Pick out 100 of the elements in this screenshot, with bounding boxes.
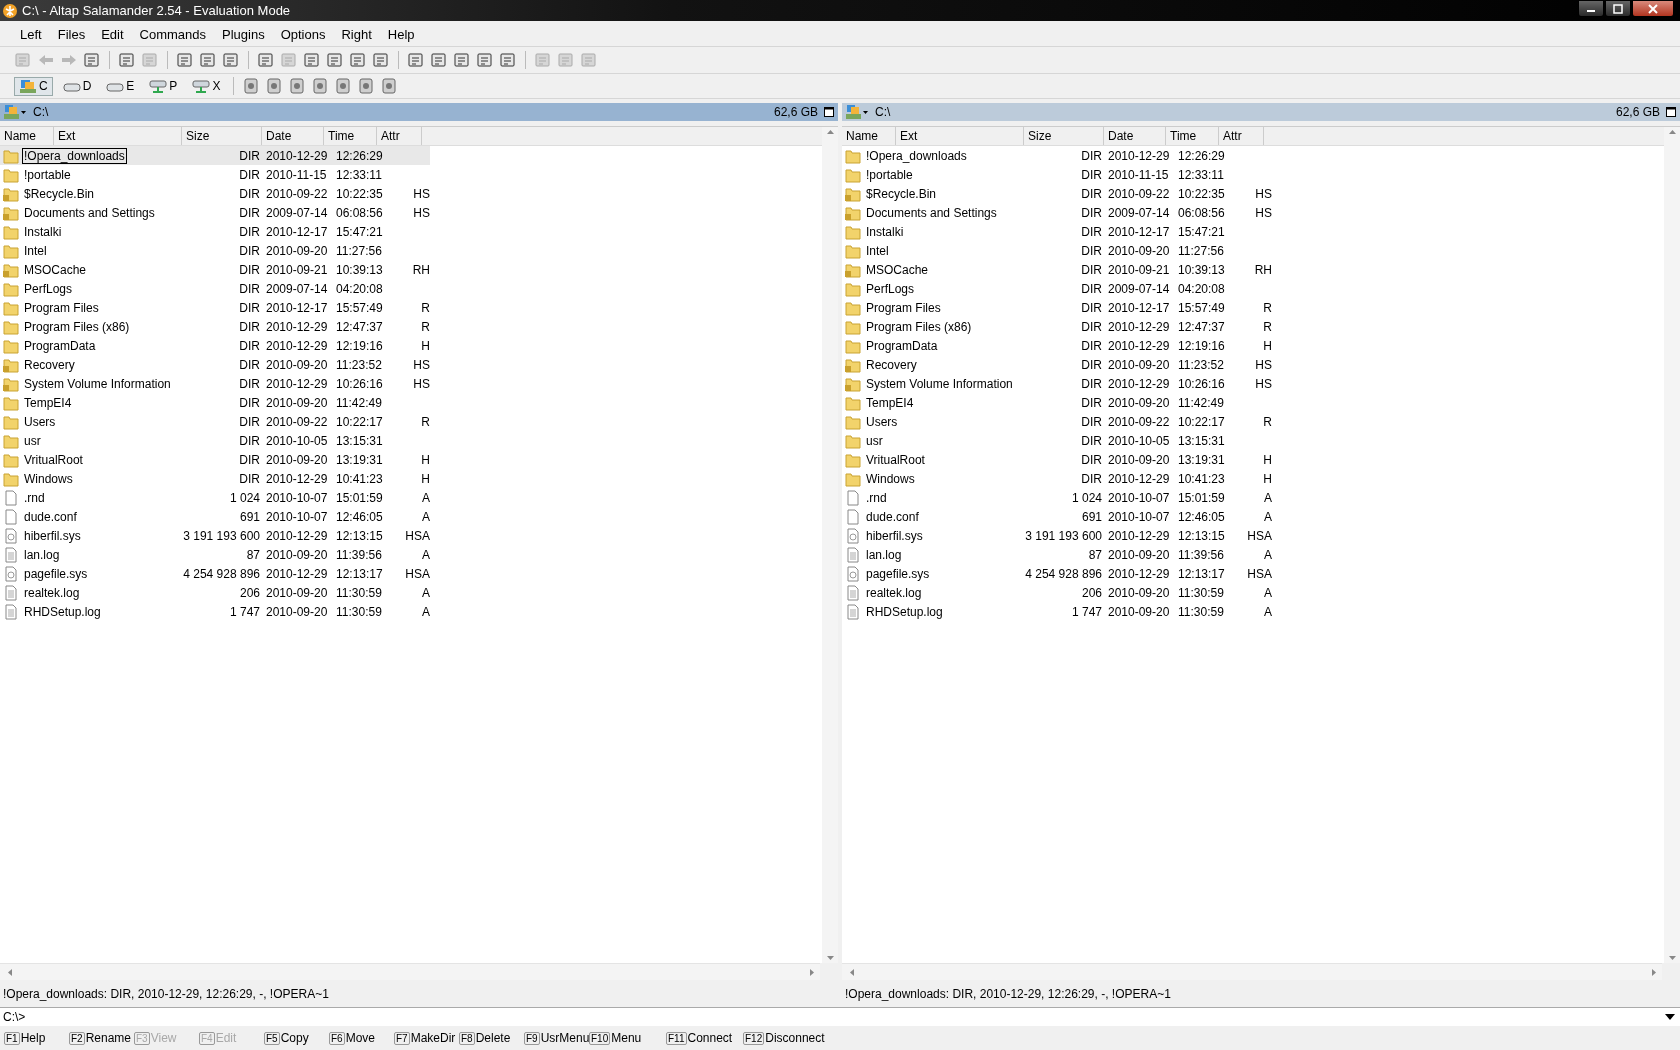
menu-item[interactable]: Help (379, 26, 423, 42)
scroll-right-icon[interactable] (1652, 968, 1656, 976)
column-header[interactable]: Attr (377, 127, 422, 145)
file-name[interactable]: Documents and Settings (22, 204, 157, 221)
file-name[interactable]: Program Files (x86) (864, 318, 974, 335)
drive-button[interactable]: E (101, 76, 140, 96)
file-name[interactable]: !portable (22, 166, 73, 183)
file-name[interactable]: PerfLogs (864, 280, 917, 297)
horizontal-scrollbar[interactable] (0, 963, 820, 980)
function-button[interactable]: MakeDir (410, 1031, 456, 1045)
menu-item[interactable]: Right (333, 26, 380, 42)
menu-item[interactable]: Left (12, 26, 50, 42)
file-name[interactable]: $Recycle.Bin (864, 185, 939, 202)
file-name[interactable]: Windows (864, 470, 917, 487)
file-name[interactable]: .rnd (864, 489, 889, 506)
drive-button[interactable]: C (14, 76, 53, 96)
close-button[interactable] (1632, 0, 1674, 17)
minimize-button[interactable] (1578, 0, 1604, 17)
column-header[interactable]: Ext (54, 127, 182, 145)
file-name[interactable]: Recovery (22, 356, 77, 373)
column-header[interactable]: Attr (1219, 127, 1264, 145)
column-header[interactable]: Size (182, 127, 262, 145)
file-name[interactable]: Recovery (864, 356, 919, 373)
file-name[interactable]: TempEI4 (22, 394, 74, 411)
file-name[interactable]: Users (864, 413, 900, 430)
maximize-button[interactable] (1605, 0, 1631, 17)
function-button[interactable]: Delete (475, 1031, 511, 1045)
file-name[interactable]: Intel (22, 242, 49, 259)
file-name[interactable]: System Volume Information (864, 375, 1015, 392)
vertical-scrollbar[interactable] (822, 127, 838, 963)
forward-arrow-icon[interactable] (60, 52, 78, 68)
file-name[interactable]: pagefile.sys (22, 565, 90, 582)
file-name[interactable]: hiberfil.sys (22, 527, 83, 544)
file-name[interactable]: MSOCache (864, 261, 931, 278)
column-header[interactable]: Name (0, 127, 54, 145)
file-name[interactable]: lan.log (22, 546, 62, 563)
file-name[interactable]: PerfLogs (22, 280, 75, 297)
function-button[interactable]: Disconnect (765, 1031, 825, 1045)
column-header[interactable]: Size (1024, 127, 1104, 145)
file-name[interactable]: ProgramData (22, 337, 98, 354)
column-header[interactable]: Date (1104, 127, 1166, 145)
file-name[interactable]: TempEI4 (864, 394, 916, 411)
function-button[interactable]: UsrMenu (540, 1031, 590, 1045)
file-name[interactable]: lan.log (864, 546, 904, 563)
file-name[interactable]: dude.conf (22, 508, 79, 525)
file-name[interactable]: Documents and Settings (864, 204, 999, 221)
dropdown-arrow-icon[interactable] (1665, 1014, 1675, 1020)
file-name[interactable]: realtek.log (864, 584, 924, 601)
file-name[interactable]: !Opera_downloads (864, 147, 969, 164)
file-name[interactable]: Program Files (x86) (22, 318, 132, 335)
horizontal-scrollbar[interactable] (842, 963, 1662, 980)
file-name[interactable]: Intel (864, 242, 891, 259)
scroll-right-icon[interactable] (810, 968, 814, 976)
file-name[interactable]: System Volume Information (22, 375, 173, 392)
function-button[interactable]: Menu (611, 1031, 642, 1045)
function-button[interactable]: Connect (687, 1031, 733, 1045)
file-name[interactable]: realtek.log (22, 584, 82, 601)
file-name[interactable]: !portable (864, 166, 915, 183)
file-name[interactable]: MSOCache (22, 261, 89, 278)
file-name[interactable]: Instalki (22, 223, 64, 240)
back-arrow-icon[interactable] (37, 52, 55, 68)
file-name[interactable]: .rnd (22, 489, 47, 506)
function-button[interactable]: Rename (85, 1031, 132, 1045)
column-header[interactable]: Time (324, 127, 377, 145)
vertical-scrollbar[interactable] (1664, 127, 1680, 963)
column-header[interactable]: Ext (896, 127, 1024, 145)
scroll-down-icon[interactable] (826, 956, 834, 960)
menu-item[interactable]: Files (49, 26, 94, 42)
function-button[interactable]: Help (20, 1031, 46, 1045)
file-name[interactable]: Windows (22, 470, 75, 487)
column-header[interactable]: Date (262, 127, 324, 145)
drive-button[interactable]: D (57, 76, 97, 96)
file-name[interactable]: ProgramData (864, 337, 940, 354)
function-button[interactable]: Move (345, 1031, 375, 1045)
column-header[interactable]: Time (1166, 127, 1219, 145)
file-name[interactable]: RHDSetup.log (864, 603, 945, 620)
scroll-down-icon[interactable] (1668, 956, 1676, 960)
file-name[interactable]: usr (864, 432, 885, 449)
file-name[interactable]: Program Files (864, 299, 943, 316)
scroll-left-icon[interactable] (8, 968, 12, 976)
scroll-up-icon[interactable] (826, 130, 834, 134)
file-name[interactable]: Instalki (864, 223, 906, 240)
file-name[interactable]: RHDSetup.log (22, 603, 103, 620)
file-name[interactable]: VritualRoot (864, 451, 927, 468)
scroll-left-icon[interactable] (850, 968, 854, 976)
file-name[interactable]: VritualRoot (22, 451, 85, 468)
file-name[interactable]: hiberfil.sys (864, 527, 925, 544)
file-name[interactable]: dude.conf (864, 508, 921, 525)
menu-item[interactable]: Options (272, 26, 334, 42)
function-button[interactable]: Copy (280, 1031, 309, 1045)
scroll-up-icon[interactable] (1668, 130, 1676, 134)
file-name[interactable]: usr (22, 432, 43, 449)
drive-button[interactable]: P (144, 76, 183, 96)
window-icon[interactable] (1666, 107, 1676, 117)
file-name[interactable]: pagefile.sys (864, 565, 932, 582)
file-name[interactable]: Users (22, 413, 58, 430)
menu-item[interactable]: Plugins (214, 26, 273, 42)
window-icon[interactable] (824, 107, 834, 117)
file-name[interactable]: Program Files (22, 299, 101, 316)
file-name[interactable]: !Opera_downloads (22, 147, 127, 164)
